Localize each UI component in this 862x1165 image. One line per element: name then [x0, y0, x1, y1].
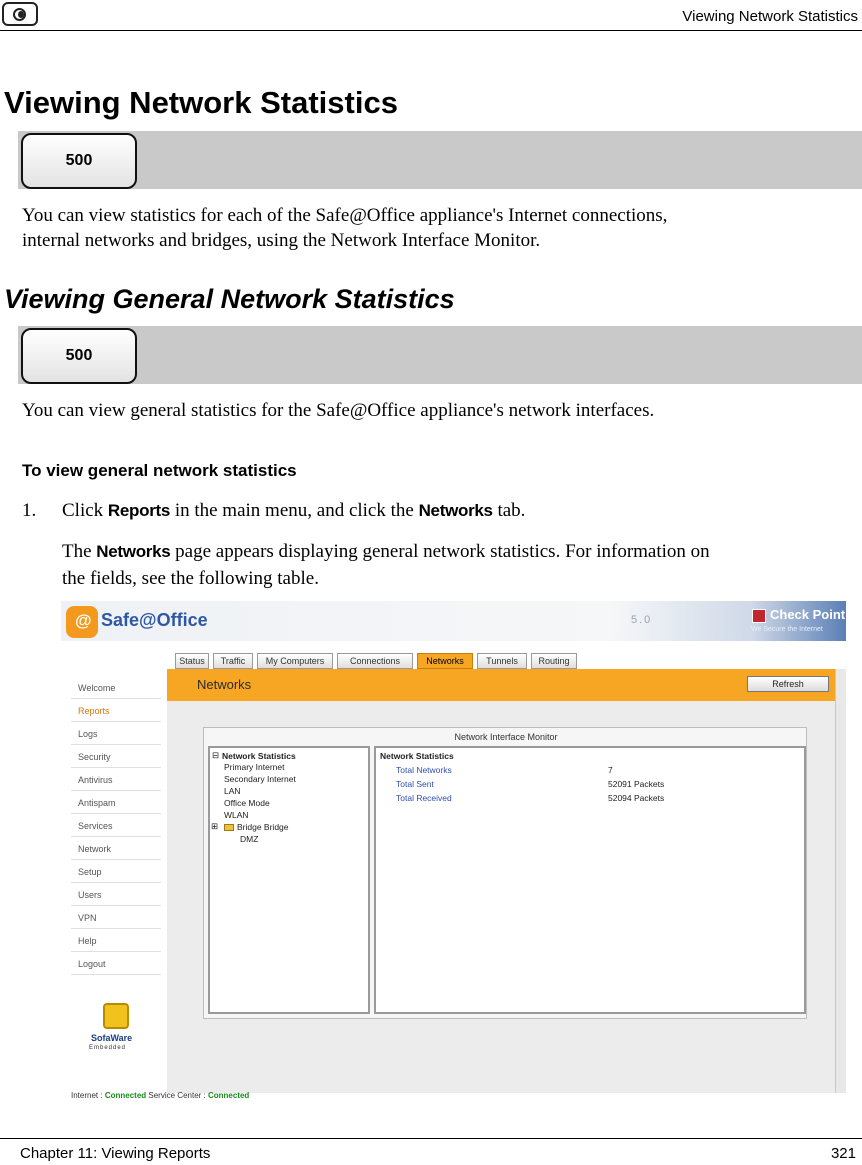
tab-traffic[interactable]: Traffic: [213, 653, 253, 669]
network-interface-monitor: Network Interface Monitor ⊟ Network Stat…: [203, 727, 807, 1019]
version-label: 5.0: [631, 614, 653, 626]
step-result-line-1: The Networks page appears displaying gen…: [62, 538, 852, 565]
ui-term-networks: Networks: [418, 501, 493, 520]
statistics-heading: Network Statistics: [380, 751, 454, 761]
app-top-bar: Safe@Office 5.0 Check Point We Secure th…: [61, 601, 846, 641]
model-bar-2: 500: [18, 326, 862, 384]
ui-term-reports: Reports: [107, 501, 171, 520]
menu-item-antispam[interactable]: Antispam: [71, 792, 161, 814]
menu-item-welcome[interactable]: Welcome: [71, 677, 161, 699]
vertical-scrollbar[interactable]: [835, 669, 846, 1093]
menu-item-help[interactable]: Help: [71, 930, 161, 952]
tree-item-primary-internet[interactable]: Primary Internet: [224, 762, 284, 772]
menu-item-setup[interactable]: Setup: [71, 861, 161, 883]
step-result: The Networks page appears displaying gen…: [62, 538, 852, 592]
step-number: 1.: [22, 500, 37, 521]
subsection-intro: You can view general statistics for the …: [22, 400, 655, 421]
section-intro: You can view statistics for each of the …: [22, 203, 842, 253]
refresh-button[interactable]: Refresh: [747, 676, 829, 692]
status-bar: Internet : Connected Service Center : Co…: [71, 1091, 471, 1103]
step-text-part: tab.: [492, 500, 526, 521]
procedure-heading: To view general network statistics: [22, 461, 297, 480]
step-text-part: in the main menu, and click the: [170, 500, 419, 521]
step-text: Click Reports in the main menu, and clic…: [62, 500, 525, 522]
stat-label-total-sent: Total Sent: [396, 779, 434, 789]
sofaware-subtitle: Embedded: [89, 1045, 127, 1051]
networks-content: Networks Refresh Network Interface Monit…: [167, 669, 837, 1093]
subsection-heading: Viewing General Network Statistics: [4, 284, 455, 314]
internet-status-value: Connected: [104, 1091, 147, 1100]
tab-status[interactable]: Status: [175, 653, 209, 669]
menu-item-logout[interactable]: Logout: [71, 953, 161, 975]
section-intro-line-2: internal networks and bridges, using the…: [22, 230, 541, 251]
menu-item-users[interactable]: Users: [71, 884, 161, 906]
tree-item-office-mode[interactable]: Office Mode: [224, 798, 270, 808]
internet-status-label: Internet :: [71, 1091, 103, 1100]
tree-node-icon: ⊟: [212, 750, 220, 760]
menu-item-network[interactable]: Network: [71, 838, 161, 860]
sofaware-logo-icon: [103, 1003, 129, 1029]
model-bar: 500: [18, 131, 862, 189]
tree-expand-icon[interactable]: ⊞: [211, 821, 218, 832]
menu-item-services[interactable]: Services: [71, 815, 161, 837]
step-text-part: Click: [62, 500, 108, 521]
running-header-title: Viewing Network Statistics: [682, 8, 858, 25]
section-heading: Viewing Network Statistics: [4, 85, 398, 120]
menu-item-reports[interactable]: Reports: [71, 700, 161, 722]
footer-page-number: 321: [830, 1145, 856, 1162]
header-rule: [0, 30, 862, 31]
step-result-line-2: the fields, see the following table.: [62, 568, 319, 589]
tab-networks[interactable]: Networks: [417, 653, 473, 669]
footer-chapter: Chapter 11: Viewing Reports: [20, 1145, 211, 1162]
page-title: Networks: [197, 677, 252, 692]
interface-tree: ⊟ Network Statistics Primary Internet Se…: [208, 746, 370, 1014]
tab-routing[interactable]: Routing: [531, 653, 577, 669]
ui-term-networks-page: Networks: [96, 542, 171, 561]
step-result-part: page appears displaying general network …: [170, 541, 710, 562]
service-center-status-label: Service Center :: [148, 1091, 206, 1100]
stat-value-total-networks: 7: [608, 765, 613, 775]
cd-icon: [2, 2, 38, 26]
menu-item-antivirus[interactable]: Antivirus: [71, 769, 161, 791]
stat-label-total-received: Total Received: [396, 793, 452, 803]
step-result-part: The: [62, 541, 97, 562]
tab-my-computers[interactable]: My Computers: [257, 653, 333, 669]
statistics-panel: Network Statistics Total Networks 7 Tota…: [374, 746, 806, 1014]
check-point-logo-icon: [752, 609, 766, 623]
menu-item-vpn[interactable]: VPN: [71, 907, 161, 929]
tree-item-lan[interactable]: LAN: [224, 786, 241, 796]
model-badge-2: 500: [21, 328, 137, 384]
sofaware-logo: SofaWare Embedded: [89, 1003, 145, 1057]
service-center-status-value: Connected: [207, 1091, 250, 1100]
page-title-bar: Networks Refresh: [167, 669, 837, 701]
monitor-title: Network Interface Monitor: [454, 732, 558, 742]
footer-rule: [0, 1138, 862, 1139]
menu-item-logs[interactable]: Logs: [71, 723, 161, 745]
sofaware-name: SofaWare: [91, 1033, 133, 1043]
tree-item-secondary-internet[interactable]: Secondary Internet: [224, 774, 296, 784]
vendor-tagline: We Secure the Internet: [751, 626, 823, 633]
folder-icon: [224, 824, 234, 831]
tree-root[interactable]: Network Statistics: [222, 751, 296, 761]
tree-item-dmz[interactable]: DMZ: [240, 834, 258, 844]
brand-name: Safe@Office: [101, 610, 208, 630]
tree-item-bridge[interactable]: Bridge Bridge: [237, 822, 289, 832]
tree-item-wlan[interactable]: WLAN: [224, 810, 249, 820]
tab-tunnels[interactable]: Tunnels: [477, 653, 527, 669]
stat-value-total-sent: 52091 Packets: [608, 779, 665, 789]
section-intro-line-1: You can view statistics for each of the …: [22, 205, 668, 226]
model-badge: 500: [21, 133, 137, 189]
networks-page-screenshot: Safe@Office 5.0 Check Point We Secure th…: [61, 601, 846, 1106]
safe-at-office-logo-icon: [66, 606, 98, 638]
menu-item-security[interactable]: Security: [71, 746, 161, 768]
stat-value-total-received: 52094 Packets: [608, 793, 665, 803]
tab-connections[interactable]: Connections: [337, 653, 413, 669]
vendor-name: Check Point: [770, 607, 846, 622]
stat-label-total-networks: Total Networks: [396, 765, 452, 775]
